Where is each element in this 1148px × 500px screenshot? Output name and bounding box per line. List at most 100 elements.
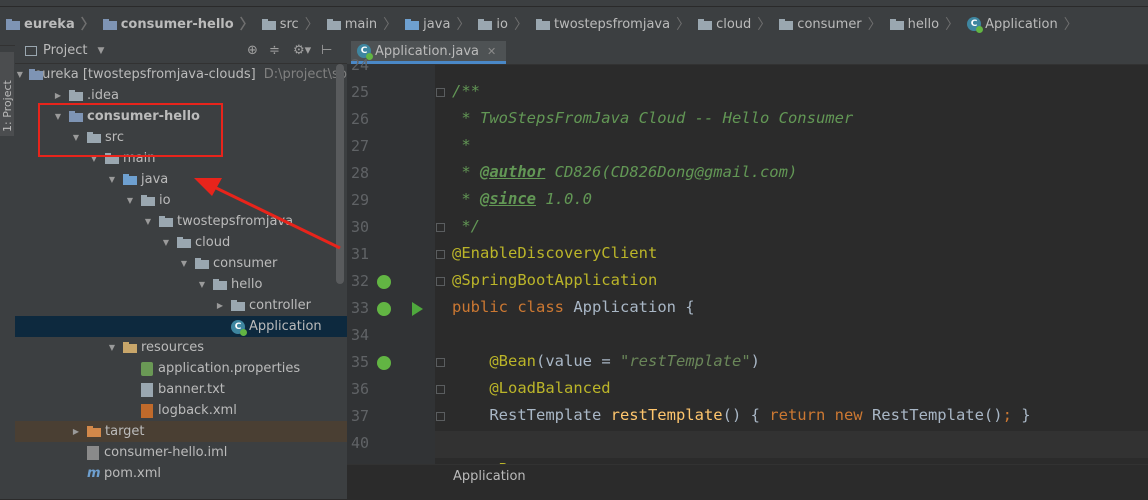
excluded-folder-icon [87,426,101,437]
chevron-right-icon: 〉 [1063,17,1078,33]
code-area[interactable]: /** * TwoStepsFromJava Cloud -- Hello Co… [435,64,1148,499]
tree-scrollbar[interactable] [336,64,344,284]
breadcrumb-item-io[interactable]: io 〉 [476,13,534,35]
tree-item-label: .idea [87,88,119,103]
line-number: 26 [350,110,369,128]
breadcrumb-item-main[interactable]: main 〉 [325,13,403,35]
tree-item-logback-xml[interactable]: ▶logback.xml [15,400,347,421]
breadcrumb-item-application[interactable]: C Application 〉 [965,13,1084,35]
tree-item-label: eureka [twostepsfromjava-clouds] [34,67,256,82]
collapsed-arrow-icon[interactable]: ▶ [71,427,81,436]
tree-item-banner-txt[interactable]: ▶banner.txt [15,379,347,400]
package-folder-icon [213,279,227,290]
tab-label: Application.java [375,43,480,59]
breadcrumb-label: twostepsfromjava [554,16,671,32]
breadcrumb-item-consumer-hello[interactable]: consumer-hello 〉 [101,13,260,35]
tree-item-controller[interactable]: ▶ controller [15,295,347,316]
breadcrumb-label: main [344,16,378,32]
xml-file-icon [141,403,153,418]
tree-item-label: hello [231,277,263,292]
code-line: * TwoStepsFromJava Cloud -- Hello Consum… [452,109,853,127]
locate-target-icon[interactable]: ⊕ [247,43,258,58]
breadcrumb-item-java[interactable]: java 〉 [403,13,476,35]
tree-item-label: java [141,172,169,187]
breadcrumb: eureka 〉 consumer-hello 〉 src 〉 main 〉 java 〉 io 〉 t… [4,13,1084,35]
collapsed-arrow-icon[interactable]: ▶ [215,301,225,310]
package-folder-icon [231,300,245,311]
tree-item-application-properties[interactable]: ▶application.properties [15,358,347,379]
expanded-arrow-icon[interactable]: ▼ [17,70,23,79]
tree-item-eureka-twostepsfromjava-clouds[interactable]: ▼ eureka [twostepsfromjava-clouds] D:\proj… [15,64,347,85]
tree-item-consumer[interactable]: ▼ consumer [15,253,347,274]
line-number: 37 [350,407,369,425]
tree-item-java[interactable]: ▼ java [15,169,347,190]
spring-bean-icon[interactable] [377,302,391,316]
module-file-icon [87,445,99,460]
expanded-arrow-icon[interactable]: ▼ [143,217,153,226]
breadcrumb-item-hello[interactable]: hello 〉 [888,13,965,35]
breadcrumb-label: java [423,16,451,32]
code-token: @SpringBootApplication [452,271,658,289]
breadcrumb-item-consumer[interactable]: consumer 〉 [777,13,887,35]
expanded-arrow-icon[interactable]: ▼ [107,175,117,184]
chevron-right-icon: 〉 [757,17,772,33]
tree-item-cloud[interactable]: ▼ cloud [15,232,347,253]
expanded-arrow-icon[interactable]: ▼ [179,259,189,268]
project-tool-window-label[interactable]: 1: Project [1,80,14,132]
tree-item-io[interactable]: ▼ io [15,190,347,211]
expanded-arrow-icon[interactable]: ▼ [161,238,171,247]
structure-breadcrumb-label[interactable]: Application [453,469,526,484]
line-number: 31 [350,245,369,263]
tree-item-consumer-hello-iml[interactable]: ▶consumer-hello.iml [15,442,347,463]
breadcrumb-label: consumer-hello [120,16,234,32]
chevron-right-icon: 〉 [80,17,95,33]
collapsed-arrow-icon[interactable]: ▶ [53,91,63,100]
code-line: * [452,136,470,154]
breadcrumb-item-cloud[interactable]: cloud 〉 [696,13,777,35]
spring-bean-navigate-icon[interactable] [377,356,391,370]
close-icon[interactable]: ✕ [487,45,496,58]
gear-icon[interactable]: ⚙▾ [293,43,311,58]
expanded-arrow-icon[interactable]: ▼ [107,343,117,352]
tree-item-application[interactable]: ▶CApplication [15,316,347,337]
code-token: RestTemplate [452,406,611,424]
project-view-selector[interactable]: Project ▼ [25,43,104,58]
breadcrumb-item-twostepsfromjava[interactable]: twostepsfromjava 〉 [534,13,696,35]
folder-icon [261,18,276,30]
code-token: * [452,163,480,181]
breadcrumb-label: src [279,16,299,32]
spring-bean-search-icon[interactable] [377,275,391,289]
code-line: @Bean(value = "restTemplate") [452,352,760,370]
editor-gutter[interactable]: 24252627282930313233343536374041 [347,56,445,499]
tree-item-pom-xml[interactable]: ▶mpom.xml [15,463,347,484]
code-token: /** [452,82,480,100]
expanded-arrow-icon[interactable]: ▼ [197,280,207,289]
collapse-all-icon[interactable]: ≑ [269,43,280,58]
line-number: 34 [350,326,369,344]
breadcrumb-item-eureka[interactable]: eureka 〉 [4,13,101,35]
project-panel-header: Project ▼ ⊕ ≑ ⚙▾ ⊢ [15,39,347,64]
module-folder-icon [28,69,46,80]
module-path: D:\project\sp [263,67,347,82]
hide-panel-icon[interactable]: ⊢ [321,43,332,58]
breadcrumb-item-src[interactable]: src 〉 [260,13,325,35]
tree-item-resources[interactable]: ▼ resources [15,337,347,358]
tree-item-hello[interactable]: ▼ hello [15,274,347,295]
module-folder-icon [6,18,20,30]
project-icon [25,45,37,56]
code-line: RestTemplate restTemplate() { return new… [452,406,1030,424]
resources-folder-icon [123,342,137,353]
chevron-right-icon: 〉 [304,17,319,33]
tree-item-twostepsfromjava[interactable]: ▼ twostepsfromjava [15,211,347,232]
code-token: ) [750,352,760,370]
run-icon[interactable] [412,302,423,316]
tree-item-target[interactable]: ▶ target [15,421,347,442]
code-line: /** [452,82,480,100]
expanded-arrow-icon[interactable]: ▼ [125,196,135,205]
code-token: @since [480,190,536,208]
breadcrumb-label: cloud [716,16,752,32]
code-line: @SpringBootApplication [452,271,657,289]
tab-application-java[interactable]: C Application.java ✕ [351,41,507,64]
code-token: () [722,406,751,424]
package-folder-icon [159,216,173,227]
